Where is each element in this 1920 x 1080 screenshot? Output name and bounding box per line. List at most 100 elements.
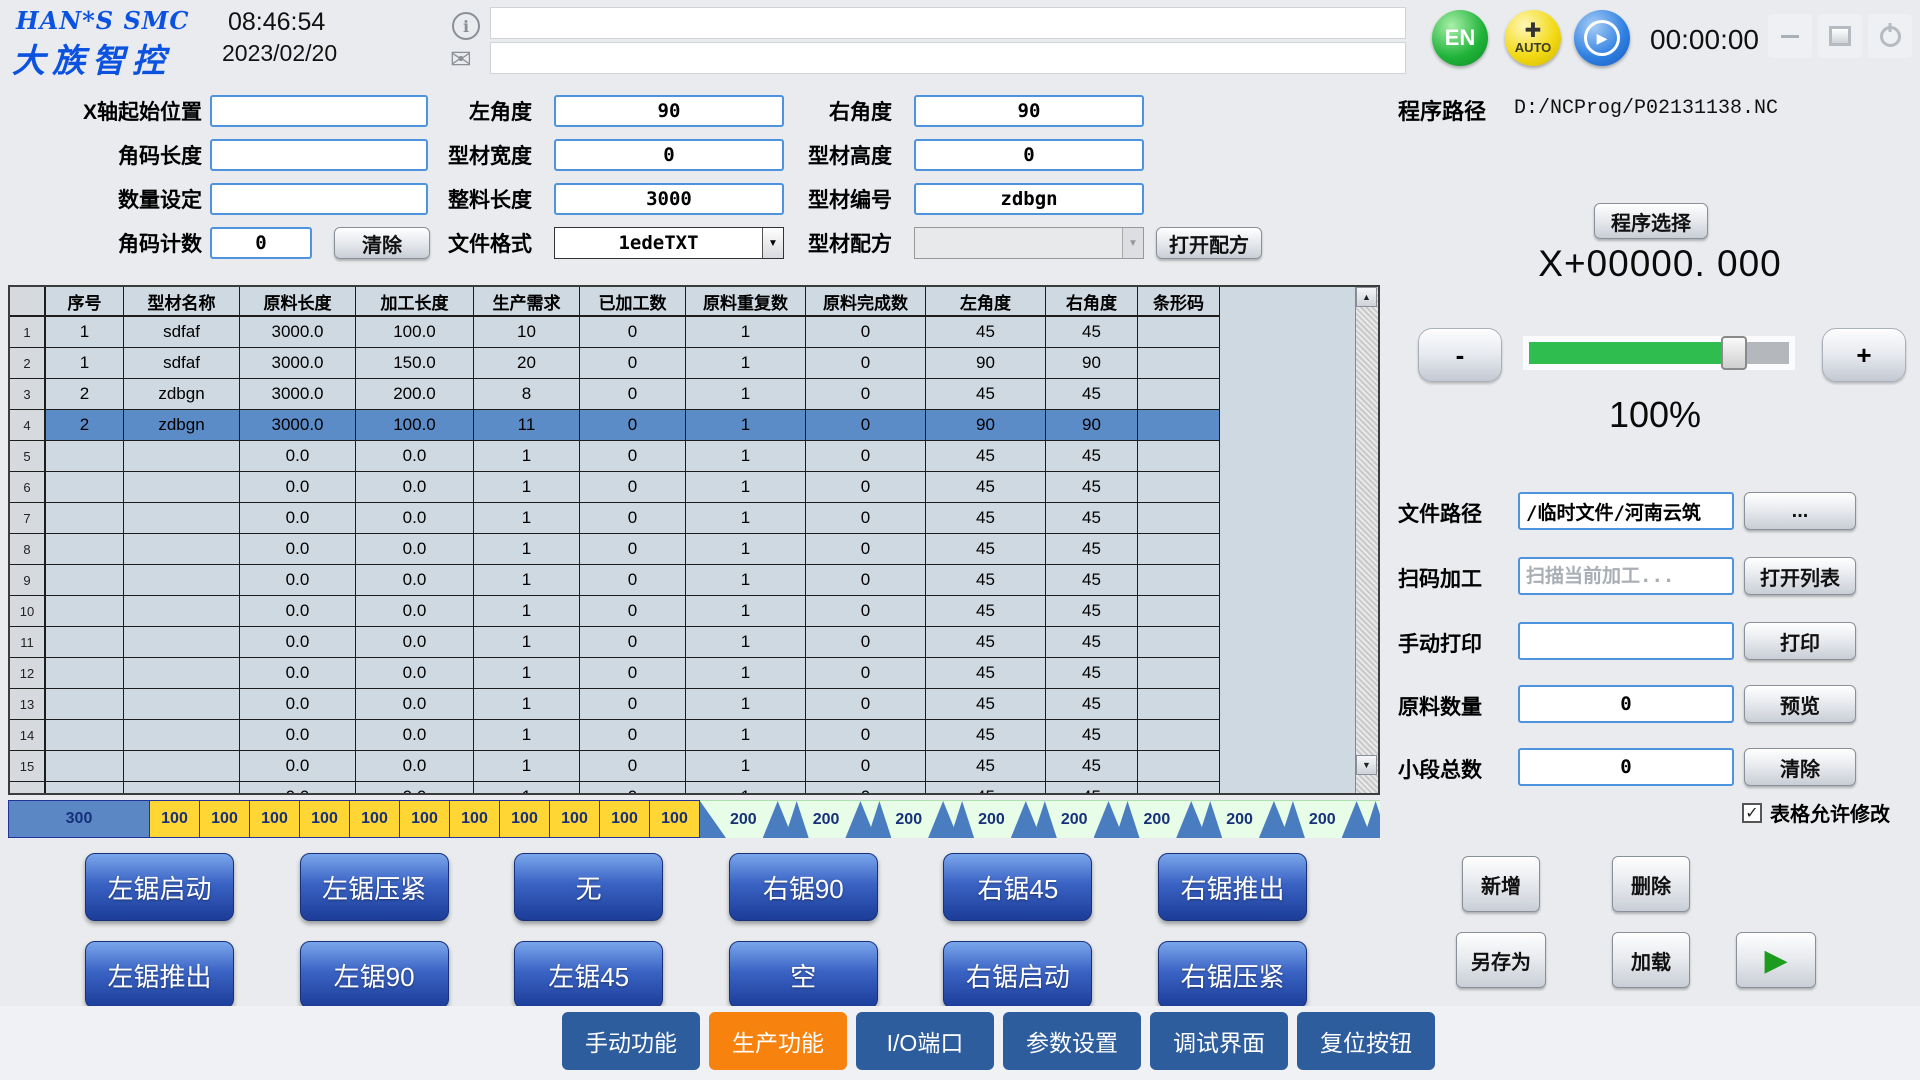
table-cell[interactable]: 0.0 — [356, 534, 474, 565]
side-field-button-3[interactable]: 预览 — [1744, 685, 1856, 723]
saw-button-row2-2[interactable]: 左锯45 — [514, 941, 663, 1009]
table-cell[interactable]: 90 — [1046, 410, 1138, 441]
field-input-right-1[interactable] — [914, 139, 1144, 171]
field-input-right-0[interactable] — [914, 95, 1144, 127]
table-cell[interactable] — [124, 627, 240, 658]
table-cell[interactable]: 45 — [1046, 503, 1138, 534]
table-cell[interactable] — [124, 720, 240, 751]
table-cell[interactable] — [46, 441, 124, 472]
saw-button-row2-1[interactable]: 左锯90 — [300, 941, 449, 1009]
table-cell[interactable]: 0 — [580, 410, 686, 441]
table-cell[interactable]: 0.0 — [356, 596, 474, 627]
table-cell[interactable]: 1 — [46, 317, 124, 348]
table-cell[interactable]: 200.0 — [356, 379, 474, 410]
table-cell[interactable]: 0 — [806, 410, 926, 441]
nav-button-5[interactable]: 复位按钮 — [1297, 1012, 1435, 1070]
table-cell[interactable]: 1 — [686, 317, 806, 348]
table-cell[interactable]: 1 — [474, 689, 580, 720]
saw-button-row2-3[interactable]: 空 — [729, 941, 878, 1009]
table-cell[interactable]: 0.0 — [356, 720, 474, 751]
table-cell[interactable] — [46, 627, 124, 658]
table-cell[interactable]: 0.0 — [240, 689, 356, 720]
table-cell[interactable]: 1 — [474, 472, 580, 503]
saw-button-row1-5[interactable]: 右锯推出 — [1158, 853, 1307, 921]
table-cell[interactable]: 0 — [580, 658, 686, 689]
form-button-left[interactable]: 清除 — [334, 227, 430, 259]
table-cell[interactable] — [46, 472, 124, 503]
table-cell[interactable] — [1138, 689, 1220, 720]
table-cell[interactable]: 3000.0 — [240, 410, 356, 441]
table-cell[interactable]: 45 — [926, 379, 1046, 410]
table-cell[interactable]: 0 — [580, 689, 686, 720]
table-cell[interactable]: 0 — [806, 782, 926, 795]
table-cell[interactable]: 45 — [926, 534, 1046, 565]
table-cell[interactable]: 0.0 — [240, 627, 356, 658]
table-cell[interactable]: 1 — [686, 534, 806, 565]
nav-button-1[interactable]: 生产功能 — [709, 1012, 847, 1070]
table-cell[interactable]: 0 — [580, 534, 686, 565]
table-cell[interactable]: 1 — [474, 720, 580, 751]
table-cell[interactable]: 45 — [1046, 658, 1138, 689]
add-row-button[interactable]: 新增 — [1462, 856, 1540, 912]
table-cell[interactable]: 0 — [580, 782, 686, 795]
auto-mode-button[interactable]: ✚ AUTO — [1505, 10, 1561, 66]
table-cell[interactable] — [1138, 627, 1220, 658]
scroll-up-icon[interactable]: ▲ — [1356, 287, 1377, 307]
table-cell[interactable]: 45 — [926, 565, 1046, 596]
table-cell[interactable] — [1138, 348, 1220, 379]
table-cell[interactable]: 45 — [1046, 379, 1138, 410]
table-cell[interactable]: 45 — [1046, 782, 1138, 795]
saw-button-row1-4[interactable]: 右锯45 — [943, 853, 1092, 921]
language-en-button[interactable]: EN — [1432, 10, 1488, 66]
table-cell[interactable]: 10 — [474, 317, 580, 348]
table-cell[interactable]: 45 — [1046, 534, 1138, 565]
table-cell[interactable]: 0 — [806, 317, 926, 348]
table-cell[interactable]: 0.0 — [356, 782, 474, 795]
table-cell[interactable]: 0 — [806, 472, 926, 503]
table-cell[interactable]: 0.0 — [240, 472, 356, 503]
table-cell[interactable] — [124, 565, 240, 596]
start-run-button[interactable]: ▶ — [1736, 932, 1816, 988]
delete-row-button[interactable]: 删除 — [1612, 856, 1690, 912]
power-button[interactable] — [1868, 14, 1912, 58]
table-cell[interactable] — [1138, 534, 1220, 565]
table-cell[interactable]: 1 — [686, 751, 806, 782]
table-cell[interactable]: 0 — [806, 565, 926, 596]
table-cell[interactable]: 1 — [474, 596, 580, 627]
table-cell[interactable]: 0.0 — [356, 689, 474, 720]
side-field-input-0[interactable] — [1518, 492, 1734, 530]
table-cell[interactable]: 1 — [686, 565, 806, 596]
table-cell[interactable]: 0.0 — [240, 503, 356, 534]
table-cell[interactable]: 45 — [1046, 720, 1138, 751]
table-cell[interactable] — [1138, 441, 1220, 472]
table-cell[interactable]: 0.0 — [240, 782, 356, 795]
table-cell[interactable]: 1 — [474, 503, 580, 534]
table-cell[interactable] — [46, 503, 124, 534]
table-cell[interactable]: 45 — [926, 658, 1046, 689]
table-cell[interactable]: 150.0 — [356, 348, 474, 379]
table-cell[interactable]: 0 — [580, 503, 686, 534]
side-field-input-2[interactable] — [1518, 622, 1734, 660]
table-cell[interactable] — [46, 565, 124, 596]
table-cell[interactable] — [1138, 503, 1220, 534]
table-cell[interactable]: 45 — [926, 503, 1046, 534]
table-cell[interactable]: 0.0 — [356, 503, 474, 534]
cycle-start-button[interactable]: ▶ — [1574, 10, 1630, 66]
field-input-mid-1[interactable] — [554, 139, 784, 171]
table-cell[interactable]: 1 — [686, 720, 806, 751]
table-cell[interactable]: 0 — [580, 751, 686, 782]
table-cell[interactable]: 90 — [926, 410, 1046, 441]
table-cell[interactable]: 45 — [1046, 472, 1138, 503]
table-cell[interactable]: 45 — [1046, 596, 1138, 627]
field-input-mid-0[interactable] — [554, 95, 784, 127]
table-cell[interactable]: 1 — [474, 441, 580, 472]
saw-button-row2-4[interactable]: 右锯启动 — [943, 941, 1092, 1009]
table-cell[interactable]: 0 — [806, 720, 926, 751]
nav-button-2[interactable]: I/O端口 — [856, 1012, 994, 1070]
table-cell[interactable]: 8 — [474, 379, 580, 410]
table-cell[interactable]: 45 — [1046, 441, 1138, 472]
side-field-button-2[interactable]: 打印 — [1744, 622, 1856, 660]
table-cell[interactable]: 3000.0 — [240, 317, 356, 348]
table-cell[interactable] — [124, 782, 240, 795]
minimize-button[interactable] — [1768, 14, 1812, 58]
